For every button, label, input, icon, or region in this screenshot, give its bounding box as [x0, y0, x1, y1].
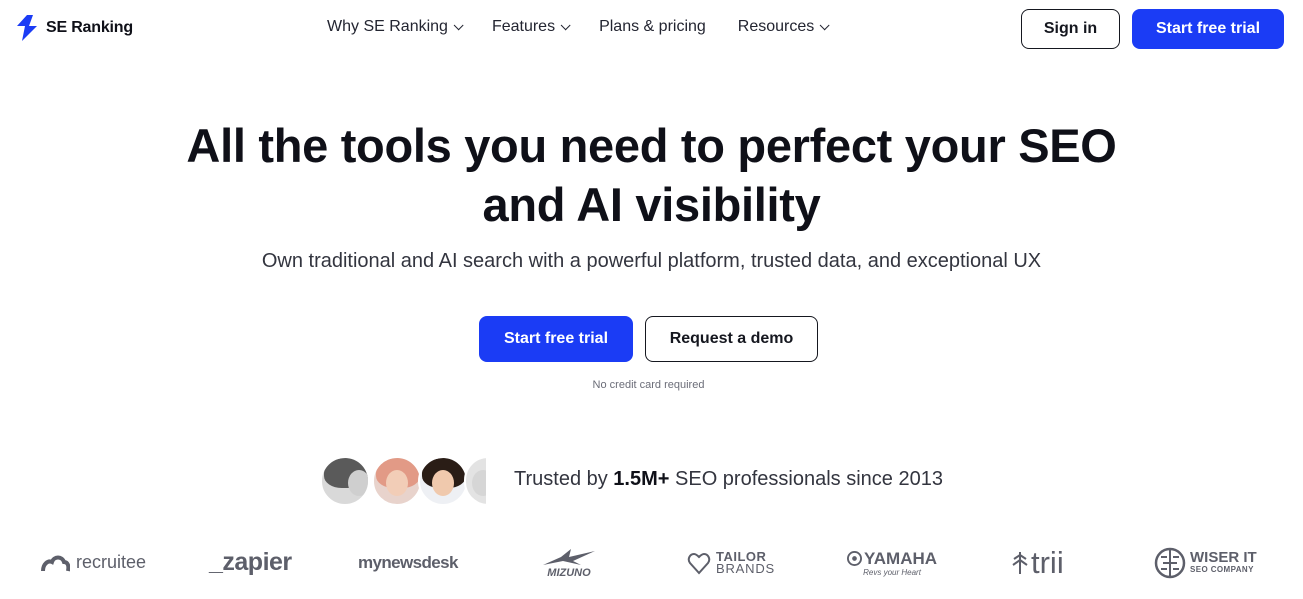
mizuno-text: MIZUNO	[547, 566, 591, 579]
no-credit-card-note: No credit card required	[592, 379, 705, 391]
sign-in-button[interactable]: Sign in	[1021, 9, 1120, 49]
nav-features[interactable]: Features	[491, 18, 571, 36]
mynewsdesk-logo: mynewsdesk	[358, 552, 458, 572]
yamaha-tagline: Revs your Heart	[863, 567, 921, 577]
yamaha-tuning-fork-icon	[847, 551, 862, 566]
avatar	[372, 456, 422, 506]
se-ranking-logo[interactable]: SE Ranking	[14, 14, 133, 42]
nav-label: Plans & pricing	[599, 18, 706, 35]
hero-title-line-1: All the tools you need to perfect your S…	[186, 119, 1117, 172]
recruitee-logo: recruitee	[40, 540, 146, 585]
avatar	[464, 456, 488, 506]
nav-plans-pricing[interactable]: Plans & pricing	[599, 18, 706, 36]
hero-title: All the tools you need to perfect your S…	[0, 116, 1303, 234]
header-start-trial-button[interactable]: Start free trial	[1132, 9, 1284, 49]
trii-tree-icon	[1012, 551, 1028, 574]
trusted-suffix: SEO professionals since 2013	[669, 468, 943, 490]
site-header: SE Ranking Why SE Ranking Features Plans…	[0, 0, 1303, 58]
avatar	[418, 456, 468, 506]
recruitee-cloud-icon	[41, 555, 70, 571]
recruitee-text: recruitee	[76, 552, 147, 572]
se-ranking-logo-icon	[17, 15, 37, 41]
request-demo-button[interactable]: Request a demo	[645, 316, 818, 362]
trusted-by-text: Trusted by 1.5M+ SEO professionals since…	[514, 468, 943, 491]
tailor-heart-icon	[687, 552, 711, 574]
trii-text: trii	[1031, 544, 1064, 580]
customer-logos: recruitee _zapier mynewsdesk MIZUNO TAIL…	[0, 540, 1303, 590]
main-nav: Why SE Ranking Features Plans & pricing …	[327, 18, 858, 36]
nav-label: Resources	[737, 18, 815, 35]
nav-resources[interactable]: Resources	[737, 18, 830, 36]
brands-text: BRANDS	[716, 560, 775, 576]
mizuno-logo: MIZUNO	[541, 540, 597, 585]
zapier-logo: _zapier	[209, 548, 292, 576]
seo-company-text: SEO COMPANY	[1190, 565, 1254, 574]
tailor-brands-logo: TAILOR BRANDS	[687, 540, 775, 585]
chevron-down-icon	[819, 19, 830, 30]
trusted-count: 1.5M+	[613, 468, 670, 490]
hero-subtitle: Own traditional and AI search with a pow…	[261, 250, 1042, 272]
yamaha-text: YAMAHA	[864, 548, 938, 568]
brand-name: SE Ranking	[46, 19, 133, 36]
mizuno-runbird-icon	[543, 548, 595, 565]
wiser-brain-icon	[1154, 547, 1186, 578]
hero-title-line-2: and AI visibility	[482, 178, 821, 231]
trusted-prefix: Trusted by	[514, 468, 614, 490]
wiser-it-text: WISER IT	[1190, 549, 1257, 566]
wiser-it-logo: WISER IT SEO COMPANY	[1154, 540, 1257, 585]
nav-label: Features	[491, 18, 556, 35]
trii-logo: trii	[1012, 540, 1064, 585]
hero-start-trial-button[interactable]: Start free trial	[479, 316, 633, 362]
chevron-down-icon	[453, 19, 464, 30]
yamaha-logo: YAMAHA Revs your Heart	[847, 540, 937, 585]
avatar	[320, 456, 370, 506]
user-avatars	[320, 454, 488, 506]
nav-label: Why SE Ranking	[327, 18, 448, 35]
chevron-down-icon	[560, 19, 571, 30]
nav-why-se-ranking[interactable]: Why SE Ranking	[327, 18, 464, 36]
